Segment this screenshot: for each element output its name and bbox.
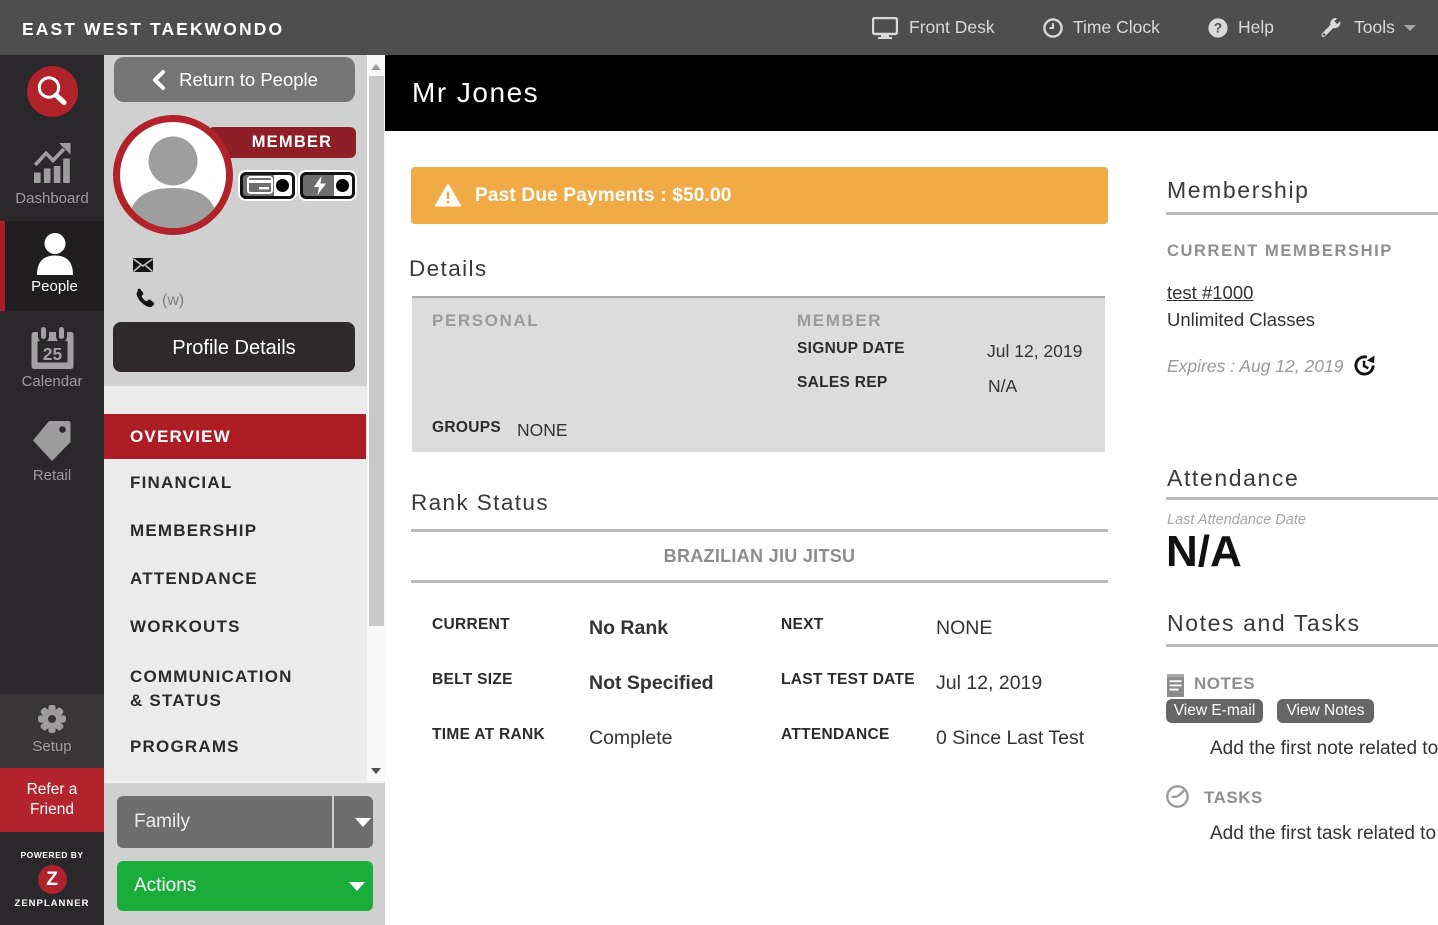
svg-text:25: 25 (42, 344, 62, 364)
svg-text:?: ? (1214, 20, 1222, 35)
